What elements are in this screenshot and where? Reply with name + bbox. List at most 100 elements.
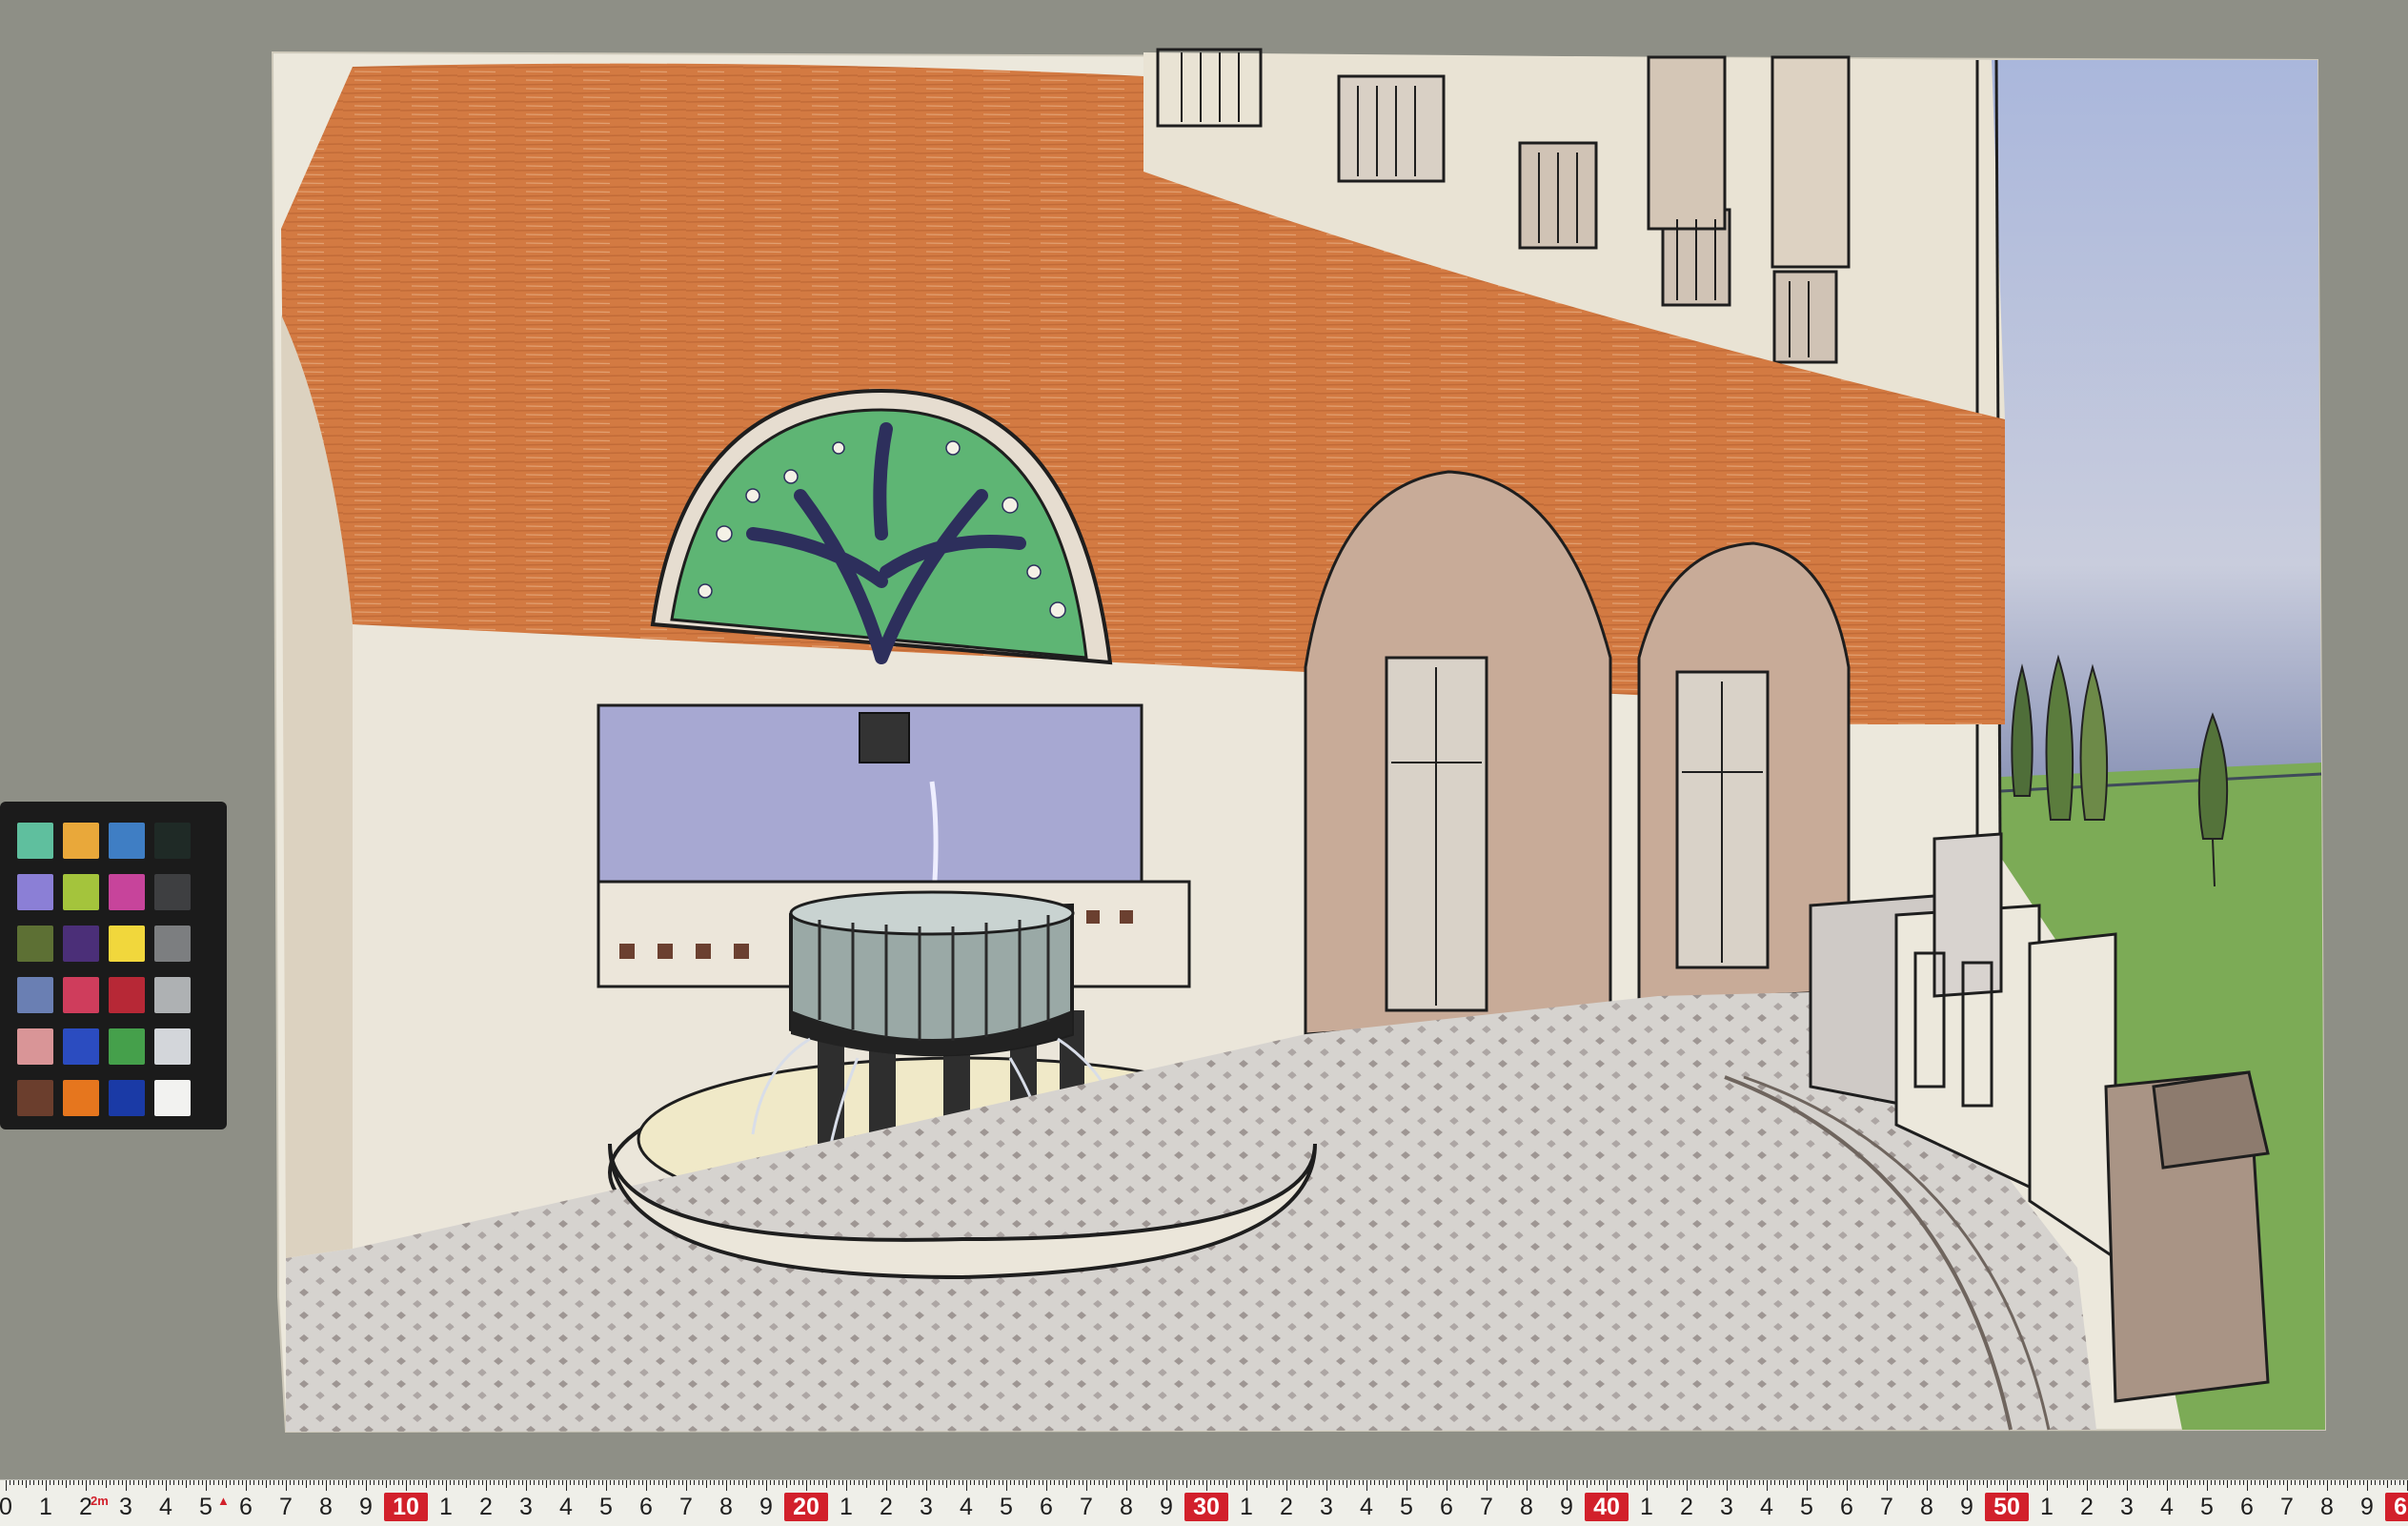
ruler-subtick bbox=[1358, 1480, 1360, 1485]
ruler-subtick bbox=[1462, 1480, 1464, 1485]
ruler-label: 4 bbox=[159, 1494, 172, 1520]
ruler-subtick bbox=[1314, 1480, 1316, 1485]
ruler-subtick bbox=[410, 1480, 412, 1485]
ruler-subtick bbox=[1858, 1480, 1860, 1485]
ruler-tick bbox=[1166, 1480, 1167, 1491]
ruler-subtick bbox=[141, 1480, 143, 1485]
ruler-label: 1 bbox=[39, 1494, 52, 1520]
ruler-subtick bbox=[1978, 1480, 1980, 1485]
ruler-tick bbox=[2247, 1480, 2248, 1491]
ruler-subtick bbox=[1214, 1480, 1216, 1485]
ruler-subtick bbox=[330, 1480, 332, 1485]
ruler-subtick bbox=[1598, 1480, 1600, 1485]
ruler-label: 50 bbox=[1985, 1493, 2029, 1521]
ruler-subtick bbox=[1570, 1480, 1572, 1485]
ruler-label: 40 bbox=[1585, 1493, 1629, 1521]
ruler-tick bbox=[446, 1480, 447, 1491]
ruler-subtick bbox=[394, 1480, 395, 1485]
ruler-subtick bbox=[1254, 1480, 1256, 1485]
ruler-subtick bbox=[830, 1480, 832, 1485]
ruler-subtick bbox=[921, 1480, 923, 1485]
ruler-subtick bbox=[1270, 1480, 1272, 1485]
ruler-subtick bbox=[361, 1480, 363, 1485]
ruler-subtick bbox=[497, 1480, 499, 1485]
ruler-subtick bbox=[1438, 1480, 1440, 1485]
ruler-subtick bbox=[1674, 1480, 1676, 1485]
ruler-tick bbox=[1727, 1480, 1728, 1491]
ruler-subtick bbox=[2278, 1480, 2280, 1485]
ruler-subtick bbox=[113, 1480, 115, 1485]
ruler-subtick bbox=[1902, 1480, 1904, 1485]
ruler-subtick bbox=[514, 1480, 516, 1485]
ruler-subtick bbox=[594, 1480, 596, 1485]
ruler-tick bbox=[1567, 1480, 1568, 1491]
ruler-subtick bbox=[906, 1480, 907, 1488]
ruler-subtick bbox=[1642, 1480, 1644, 1485]
color-patch bbox=[154, 1080, 191, 1116]
ruler-subtick bbox=[133, 1480, 135, 1485]
ruler-subtick bbox=[1266, 1480, 1267, 1488]
ruler-subtick bbox=[850, 1480, 852, 1485]
ruler-tick bbox=[606, 1480, 607, 1491]
ruler-subtick bbox=[614, 1480, 616, 1485]
ruler-tick bbox=[1927, 1480, 1928, 1491]
ruler-subtick bbox=[41, 1480, 43, 1485]
ruler-subtick bbox=[878, 1480, 880, 1485]
color-patch bbox=[63, 1080, 99, 1116]
ruler-subtick bbox=[2071, 1480, 2073, 1485]
ruler-label: 8 bbox=[1920, 1494, 1933, 1520]
ruler-subtick bbox=[946, 1480, 947, 1488]
ruler-subtick bbox=[590, 1480, 592, 1485]
ruler-subtick bbox=[818, 1480, 820, 1485]
ruler-tick bbox=[766, 1480, 767, 1491]
ruler-subtick bbox=[1490, 1480, 1492, 1485]
ruler-subtick bbox=[786, 1480, 787, 1488]
ruler-label: 1 bbox=[1640, 1494, 1653, 1520]
ruler-tick bbox=[886, 1480, 887, 1491]
ruler-subtick bbox=[1298, 1480, 1300, 1485]
ruler-subtick bbox=[2291, 1480, 2293, 1485]
ruler-subtick bbox=[1058, 1480, 1060, 1485]
ruler-subtick bbox=[1894, 1480, 1896, 1485]
ruler-subtick bbox=[750, 1480, 752, 1485]
ruler-subtick bbox=[1922, 1480, 1924, 1485]
ruler-subtick bbox=[2178, 1480, 2180, 1485]
ruler-subtick bbox=[381, 1480, 383, 1485]
ruler-tick bbox=[646, 1480, 647, 1491]
ruler-subtick bbox=[466, 1480, 467, 1488]
ruler-label: 6 bbox=[639, 1494, 653, 1520]
ruler-tick bbox=[86, 1480, 87, 1491]
ruler-subtick bbox=[961, 1480, 963, 1485]
ruler-subtick bbox=[794, 1480, 796, 1485]
ruler-subtick bbox=[1370, 1480, 1372, 1485]
ruler-subtick bbox=[1114, 1480, 1116, 1485]
ruler-subtick bbox=[970, 1480, 972, 1485]
ruler-subtick bbox=[437, 1480, 439, 1485]
ruler-subtick bbox=[790, 1480, 792, 1485]
ruler-subtick bbox=[974, 1480, 976, 1485]
color-patch bbox=[109, 926, 145, 962]
color-checker-card bbox=[0, 802, 227, 1129]
ruler-subtick bbox=[266, 1480, 267, 1488]
ruler-subtick bbox=[2282, 1480, 2284, 1485]
ruler-subtick bbox=[1238, 1480, 1240, 1485]
ruler-subtick bbox=[321, 1480, 323, 1485]
ruler-subtick bbox=[934, 1480, 936, 1485]
ruler-subtick bbox=[1090, 1480, 1092, 1485]
ruler-subtick bbox=[601, 1480, 603, 1485]
ruler-subtick bbox=[70, 1480, 71, 1485]
ruler-subtick bbox=[1470, 1480, 1472, 1485]
ruler-subtick bbox=[153, 1480, 155, 1485]
ruler-subtick bbox=[1694, 1480, 1696, 1485]
ruler-subtick bbox=[1198, 1480, 1200, 1485]
ruler-subtick bbox=[1182, 1480, 1184, 1485]
ruler-subtick bbox=[417, 1480, 419, 1485]
ruler-subtick bbox=[2138, 1480, 2140, 1485]
ruler-subtick bbox=[2151, 1480, 2153, 1485]
ruler-subtick bbox=[1070, 1480, 1072, 1485]
ruler-tick bbox=[206, 1480, 207, 1491]
ruler-tick bbox=[1887, 1480, 1888, 1491]
ruler-subtick bbox=[754, 1480, 756, 1485]
ruler-subtick bbox=[1222, 1480, 1224, 1485]
ruler-subtick bbox=[2131, 1480, 2133, 1485]
